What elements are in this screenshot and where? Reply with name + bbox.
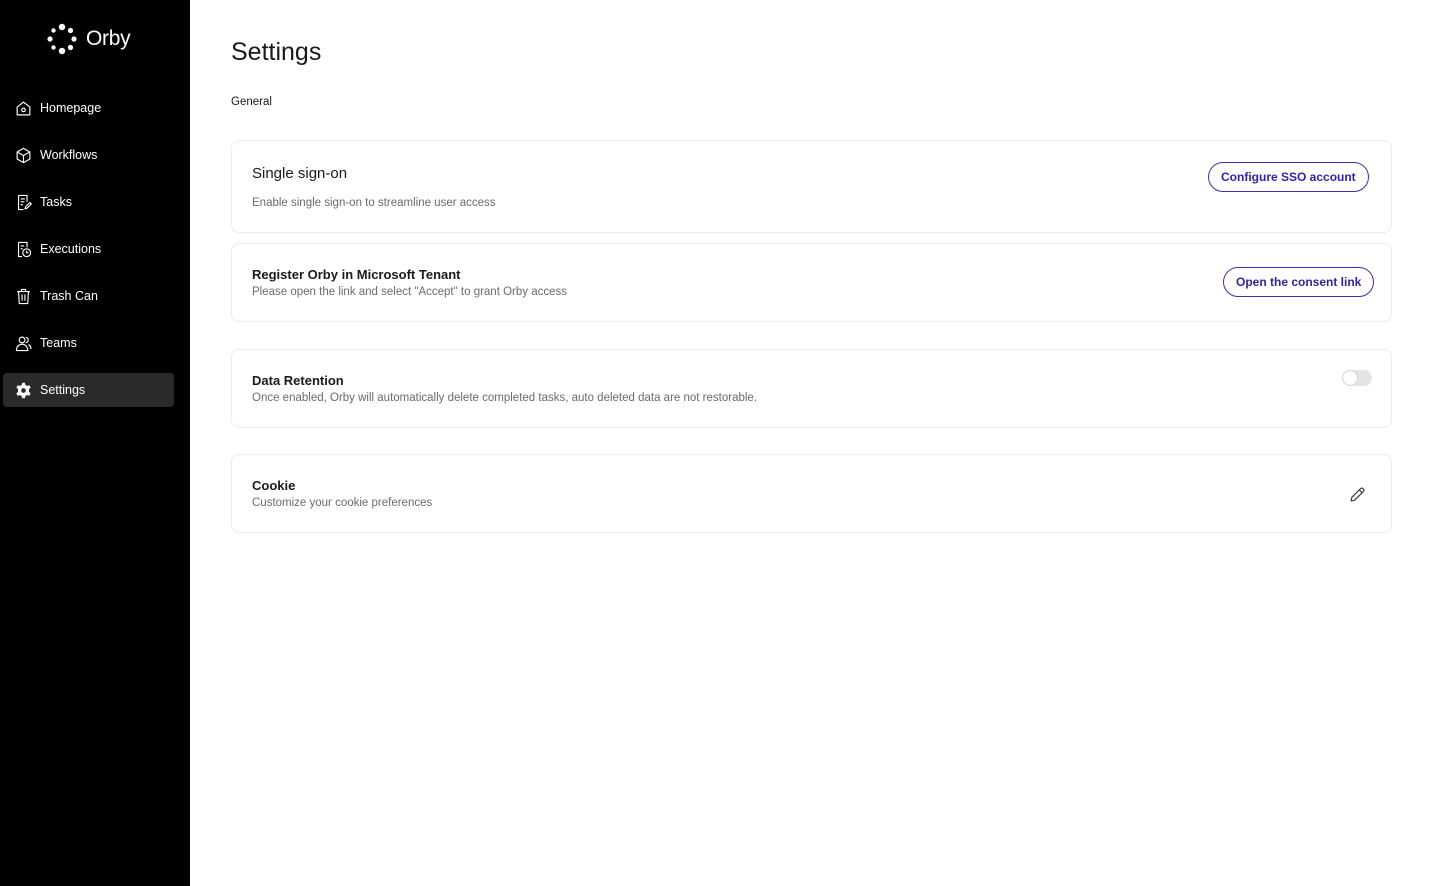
users-icon: [14, 334, 32, 352]
card-description: Enable single sign-on to streamline user…: [252, 197, 496, 209]
sidebar-item-label: Executions: [40, 242, 102, 256]
cube-icon: [14, 146, 32, 164]
card-cookie: Cookie Customize your cookie preferences: [231, 454, 1392, 533]
card-data-retention: Data Retention Once enabled, Orby will a…: [231, 349, 1392, 428]
card-title: Register Orby in Microsoft Tenant: [252, 267, 461, 282]
sidebar-item-workflows[interactable]: Workflows: [3, 138, 174, 172]
page-title: Settings: [231, 38, 322, 66]
sidebar-item-label: Settings: [40, 383, 86, 397]
app-window: Orby Homepage Workflows Tasks Executions…: [0, 0, 1440, 886]
sidebar-item-executions[interactable]: Executions: [3, 232, 174, 266]
sidebar-item-label: Workflows: [40, 148, 98, 162]
brand-logo[interactable]: Orby: [46, 22, 131, 56]
configure-sso-button[interactable]: Configure SSO account: [1208, 162, 1369, 192]
brand-name: Orby: [86, 27, 131, 50]
data-retention-toggle[interactable]: [1342, 370, 1372, 386]
task-doc-icon: [14, 193, 32, 211]
card-microsoft-tenant: Register Orby in Microsoft Tenant Please…: [231, 243, 1392, 322]
main-content: Settings General Single sign-on Enable s…: [190, 0, 1440, 886]
card-description: Please open the link and select "Accept"…: [252, 286, 568, 298]
sidebar-item-teams[interactable]: Teams: [3, 326, 174, 360]
card-single-sign-on: Single sign-on Enable single sign-on to …: [231, 140, 1392, 233]
sidebar-item-homepage[interactable]: Homepage: [3, 91, 174, 125]
open-consent-link-button[interactable]: Open the consent link: [1223, 267, 1375, 297]
sidebar: Orby Homepage Workflows Tasks Executions…: [0, 0, 190, 886]
sidebar-item-settings[interactable]: Settings: [3, 373, 174, 407]
section-label-general: General: [231, 96, 272, 108]
home-icon: [14, 99, 32, 117]
card-description: Customize your cookie preferences: [252, 497, 433, 509]
card-description: Once enabled, Orby will automatically de…: [252, 392, 758, 404]
card-title: Single sign-on: [252, 165, 348, 182]
trash-icon: [14, 287, 32, 305]
toggle-knob: [1343, 371, 1357, 385]
gear-icon: [14, 381, 32, 399]
sidebar-item-label: Homepage: [40, 101, 102, 115]
sidebar-item-label: Trash Can: [40, 289, 98, 303]
sidebar-item-tasks[interactable]: Tasks: [3, 185, 174, 219]
sidebar-item-label: Teams: [40, 336, 77, 350]
card-title: Cookie: [252, 478, 296, 493]
pencil-icon: [1350, 486, 1365, 501]
card-title: Data Retention: [252, 373, 344, 388]
sidebar-item-trash-can[interactable]: Trash Can: [3, 279, 174, 313]
edit-cookie-button[interactable]: [1347, 484, 1367, 504]
execution-clock-icon: [14, 240, 32, 258]
orby-logo-icon: [47, 23, 77, 55]
sidebar-item-label: Tasks: [40, 195, 72, 209]
